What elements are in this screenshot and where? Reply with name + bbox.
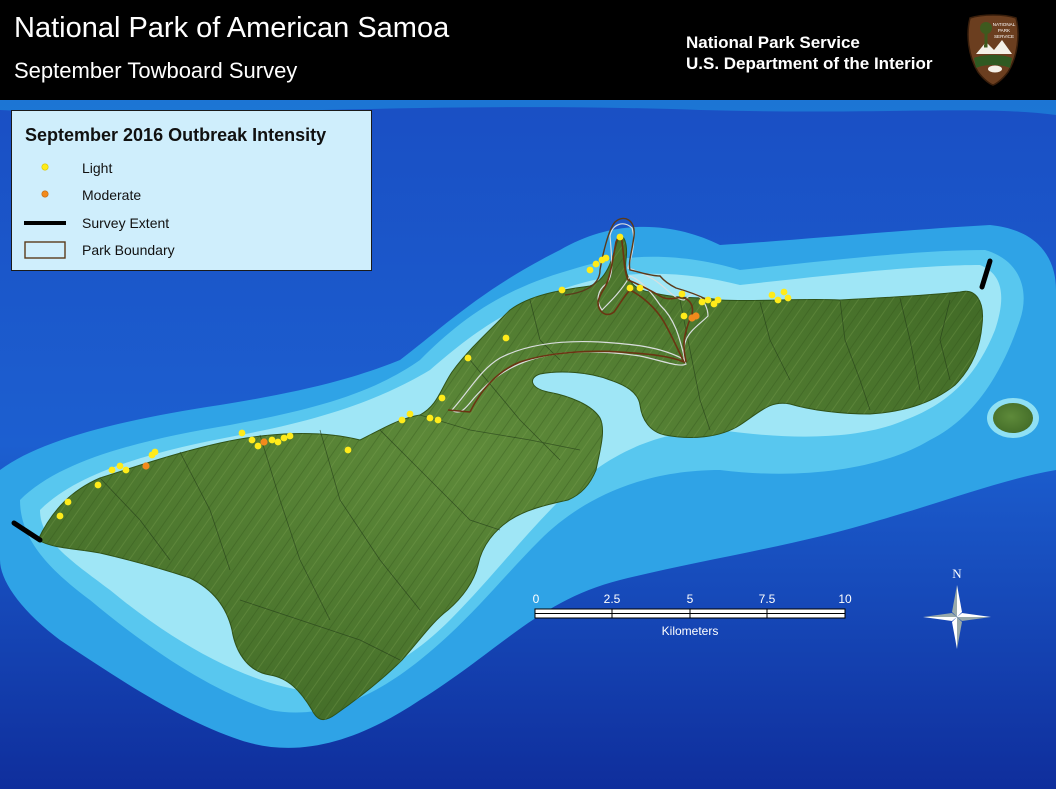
light-outbreak-point: [768, 291, 776, 299]
light-outbreak-point: [698, 298, 706, 306]
light-outbreak-point: [704, 296, 712, 304]
light-outbreak-point: [714, 296, 722, 304]
light-outbreak-point: [602, 254, 610, 262]
park-boundary-polygon-icon: [24, 241, 66, 259]
legend-item-moderate: Moderate: [22, 185, 352, 205]
light-outbreak-point: [64, 498, 72, 506]
scale-bar-seg-1: [536, 610, 612, 614]
light-outbreak-point: [406, 410, 414, 418]
legend-item-park-boundary: Park Boundary: [22, 240, 352, 260]
header-bar: National Park of American Samoa Septembe…: [0, 0, 1056, 100]
aunuu-islet: [993, 403, 1033, 433]
scale-tick-label: 10: [838, 592, 852, 606]
light-outbreak-point: [344, 446, 352, 454]
light-outbreak-point: [678, 290, 686, 298]
nps-arrowhead-icon: NATIONAL PARK SERVICE: [967, 14, 1019, 86]
agency-block: National Park Service U.S. Department of…: [686, 32, 933, 74]
light-outbreak-point: [616, 233, 624, 241]
light-point-icon: [41, 163, 49, 171]
scale-bar-seg-2: [612, 613, 690, 617]
light-outbreak-point: [398, 416, 406, 424]
legend-label: Park Boundary: [82, 242, 175, 258]
light-outbreak-point: [116, 462, 124, 470]
light-outbreak-point: [780, 288, 788, 296]
logo-text-3: SERVICE: [994, 34, 1014, 39]
logo-text-1: NATIONAL: [993, 22, 1016, 27]
light-outbreak-point: [286, 432, 294, 440]
light-outbreak-point: [268, 436, 276, 444]
legend-label: Survey Extent: [82, 215, 170, 231]
light-outbreak-point: [502, 334, 510, 342]
agency-name: National Park Service: [686, 33, 860, 52]
agency-department: U.S. Department of the Interior: [686, 54, 933, 73]
light-outbreak-point: [434, 416, 442, 424]
moderate-point-icon: [41, 190, 49, 198]
moderate-outbreak-point: [260, 438, 268, 446]
light-outbreak-point: [626, 284, 634, 292]
light-outbreak-point: [558, 286, 566, 294]
light-outbreak-point: [438, 394, 446, 402]
map-layout: National Park of American Samoa Septembe…: [0, 0, 1056, 789]
light-outbreak-point: [108, 466, 116, 474]
light-outbreak-point: [464, 354, 472, 362]
moderate-outbreak-point: [142, 462, 150, 470]
legend-item-light: Light: [22, 158, 352, 178]
scale-tick-label: 5: [686, 592, 694, 606]
light-outbreak-point: [254, 442, 262, 450]
map-subtitle: September Towboard Survey: [14, 58, 298, 83]
survey-extent-line-icon: [24, 221, 66, 225]
light-outbreak-point: [94, 481, 102, 489]
logo-text-2: PARK: [998, 28, 1011, 33]
scale-bar: [534, 608, 846, 619]
light-outbreak-point: [238, 429, 246, 437]
legend-label: Light: [82, 160, 113, 176]
scale-unit-label: Kilometers: [661, 624, 719, 638]
scale-tick-label: 2.5: [603, 592, 621, 606]
light-outbreak-point: [784, 294, 792, 302]
scale-tick-label: 0: [532, 592, 540, 606]
legend-label: Moderate: [82, 187, 142, 203]
light-outbreak-point: [151, 448, 159, 456]
light-outbreak-point: [274, 438, 282, 446]
light-outbreak-point: [586, 266, 594, 274]
legend-item-survey-extent: Survey Extent: [22, 213, 352, 233]
light-outbreak-point: [636, 284, 644, 292]
light-outbreak-point: [680, 312, 688, 320]
light-outbreak-point: [426, 414, 434, 422]
light-outbreak-point: [56, 512, 64, 520]
moderate-outbreak-point: [692, 312, 700, 320]
light-outbreak-point: [280, 434, 288, 442]
light-outbreak-point: [774, 296, 782, 304]
light-outbreak-point: [122, 466, 130, 474]
legend-title: September 2016 Outbreak Intensity: [25, 125, 327, 145]
scale-tick-label: 7.5: [758, 592, 776, 606]
map-title: National Park of American Samoa: [14, 12, 450, 44]
north-label: N: [952, 566, 962, 581]
light-outbreak-point: [248, 436, 256, 444]
light-outbreak-point: [592, 260, 600, 268]
map-legend: September 2016 Outbreak Intensity Light …: [11, 110, 372, 271]
